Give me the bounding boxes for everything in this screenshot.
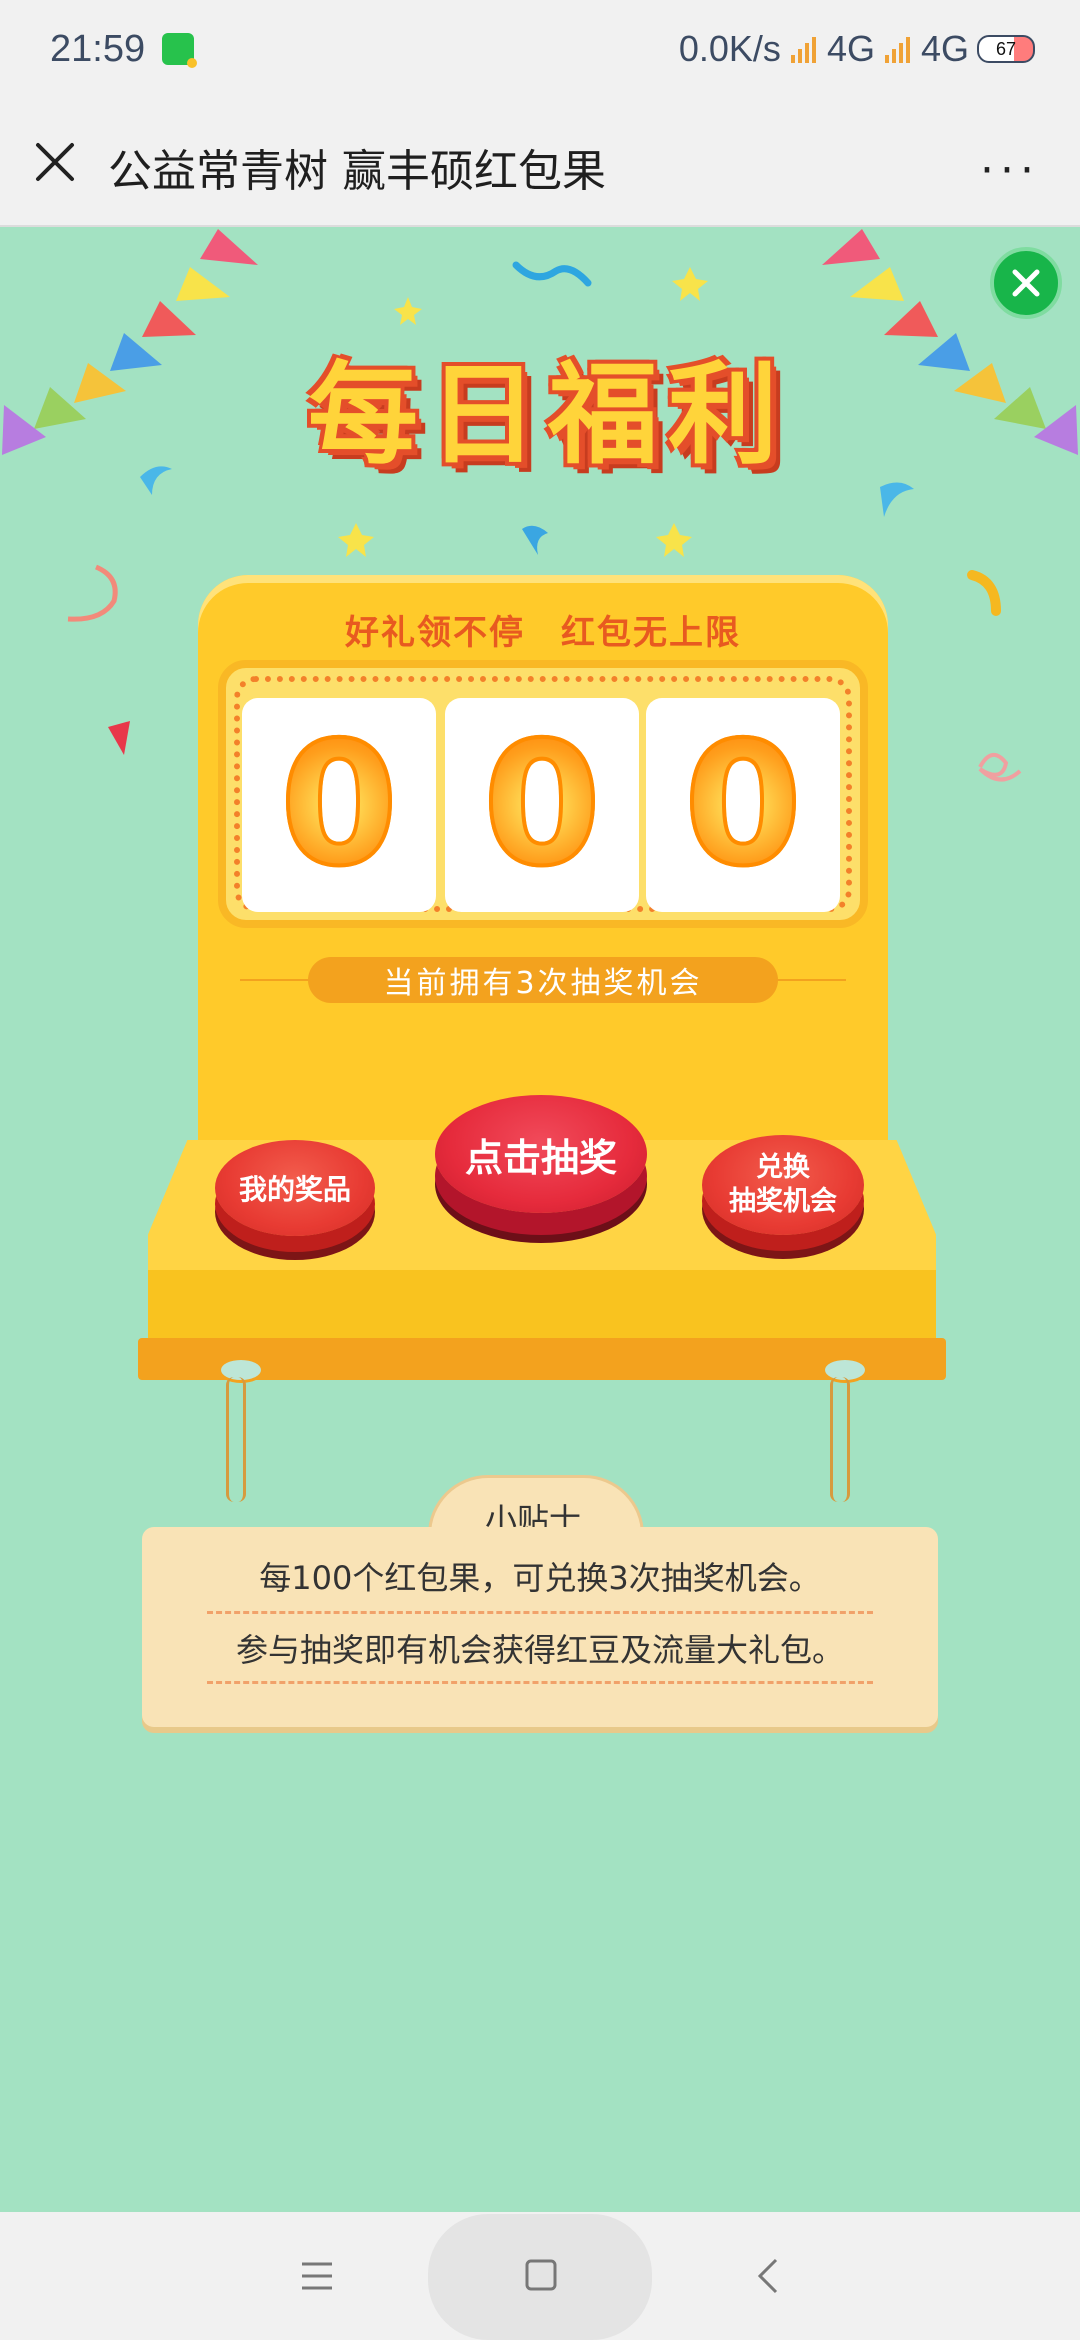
- draw-button[interactable]: 点击抽奖: [435, 1095, 647, 1213]
- tips-line-1: 每100个红包果，可兑换3次抽奖机会。: [259, 1559, 821, 1597]
- divider-line: [776, 979, 846, 981]
- reel-1: 0: [242, 698, 436, 912]
- more-icon[interactable]: ···: [980, 145, 1040, 196]
- battery-icon: 67: [977, 35, 1035, 63]
- menu-icon[interactable]: [300, 2260, 334, 2292]
- back-icon[interactable]: [756, 2256, 780, 2296]
- home-icon[interactable]: [524, 2258, 558, 2292]
- signal-icon: [883, 35, 913, 63]
- network-type-2: 4G: [920, 28, 969, 69]
- tips-divider: [207, 1611, 873, 1614]
- tips-card: 每100个红包果，可兑换3次抽奖机会。 参与抽奖即有机会获得红豆及流量大礼包。: [142, 1527, 938, 1727]
- exchange-label-line1: 兑换: [756, 1152, 810, 1183]
- status-time: 21:59: [50, 28, 146, 70]
- close-icon[interactable]: [30, 137, 80, 187]
- slot-machine: 好礼领不停 红包无上限 0 0 0 当前拥有3次抽奖机会: [198, 575, 888, 1175]
- iqiyi-app-icon: [162, 33, 197, 68]
- reel-2-digit: 0: [481, 704, 603, 906]
- reel-3: 0: [646, 698, 840, 912]
- navigation-bar: [0, 2212, 1080, 2340]
- network-type-1: 4G: [826, 28, 875, 69]
- network-speed: 0.0K/s: [678, 28, 781, 69]
- close-x-glyph: [1012, 269, 1040, 297]
- tips-divider: [207, 1681, 873, 1684]
- reel-1-digit: 0: [278, 704, 400, 906]
- webview-header: 公益常青树 赢丰硕红包果 ···: [0, 105, 1080, 227]
- main-content: 每日福利 好礼领不停 红包无上限 0 0 0 当前拥有3次抽奖机会 我的奖品 点…: [0, 227, 1080, 2212]
- rope-left: [226, 1377, 246, 1502]
- machine-slogan: 好礼领不停 红包无上限: [345, 613, 741, 653]
- reel-frame: 0 0 0: [218, 660, 868, 928]
- exchange-label-line2: 抽奖机会: [729, 1186, 837, 1217]
- battery-level: 67: [995, 38, 1017, 59]
- my-prizes-button[interactable]: 我的奖品: [215, 1140, 375, 1236]
- machine-base-front: [148, 1270, 936, 1338]
- reel-3-digit: 0: [682, 704, 804, 906]
- page-title: 公益常青树 赢丰硕红包果: [108, 146, 606, 197]
- status-right: 0.0K/s 4G 4G 67: [679, 28, 1035, 70]
- exchange-chances-button[interactable]: 兑换 抽奖机会: [702, 1135, 864, 1235]
- signal-icon: [789, 35, 819, 63]
- banner-title: 每日福利: [308, 351, 788, 479]
- tips-line-2: 参与抽奖即有机会获得红豆及流量大礼包。: [235, 1631, 844, 1669]
- chance-counter: 当前拥有3次抽奖机会: [308, 957, 778, 1003]
- rope-right: [830, 1377, 850, 1502]
- close-circle-icon[interactable]: [990, 247, 1062, 319]
- divider-line: [240, 979, 310, 981]
- reel-2: 0: [445, 698, 639, 912]
- status-bar: 21:59 0.0K/s 4G 4G 67: [0, 0, 1080, 105]
